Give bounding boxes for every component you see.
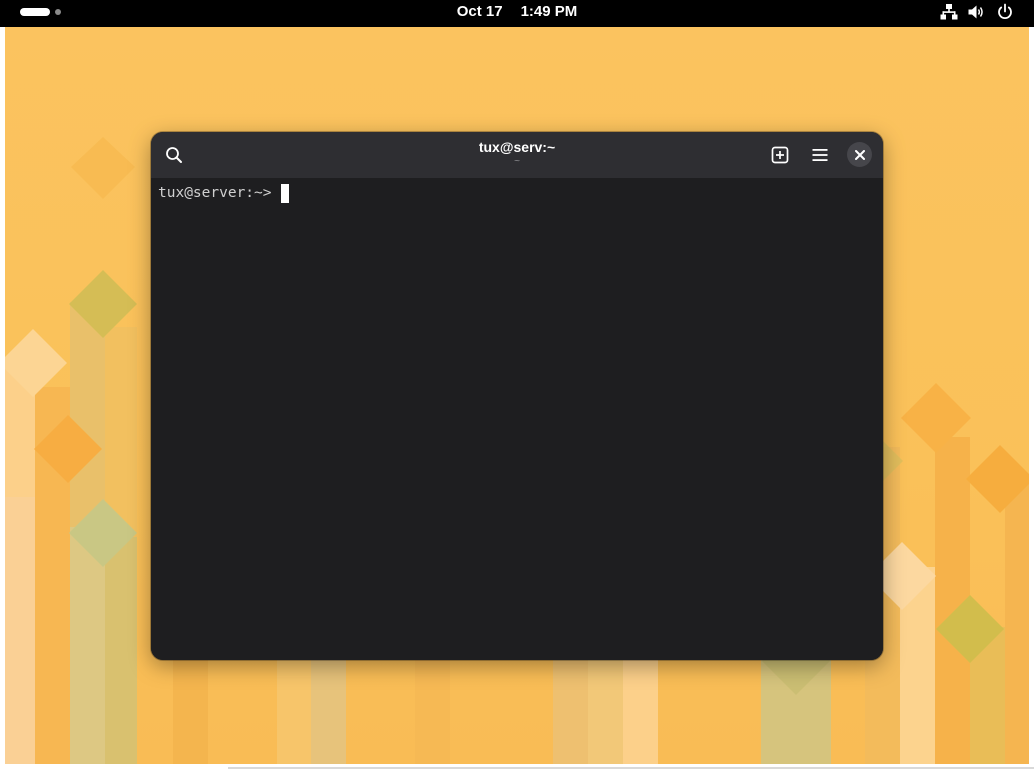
- terminal-header-bar[interactable]: tux@serv:~ ~: [151, 132, 883, 178]
- main-menu-button[interactable]: [805, 140, 835, 170]
- speaker-volume-icon[interactable]: [967, 3, 985, 21]
- new-tab-icon: [771, 146, 789, 164]
- shell-prompt: tux@server:~>: [158, 185, 272, 201]
- screen: Oct 17 1:49 PM tux@serv:~ ~ tux@server:~…: [0, 0, 1034, 769]
- date-time-button[interactable]: Oct 17 1:49 PM: [0, 0, 1034, 24]
- terminal-content[interactable]: tux@server:~>: [151, 178, 883, 660]
- top-bar: Oct 17 1:49 PM: [0, 0, 1034, 27]
- close-icon: [854, 149, 865, 160]
- text-cursor: [280, 183, 289, 203]
- new-tab-button[interactable]: [765, 140, 795, 170]
- date-label: Oct 17: [456, 3, 503, 20]
- close-button[interactable]: [847, 142, 872, 167]
- prompt-line: tux@server:~>: [158, 182, 289, 204]
- hamburger-menu-icon: [812, 149, 828, 161]
- time-label: 1:49 PM: [520, 3, 578, 20]
- network-wired-icon[interactable]: [940, 3, 958, 21]
- terminal-window[interactable]: tux@serv:~ ~ tux@server:~>: [151, 132, 883, 660]
- power-icon[interactable]: [996, 3, 1014, 21]
